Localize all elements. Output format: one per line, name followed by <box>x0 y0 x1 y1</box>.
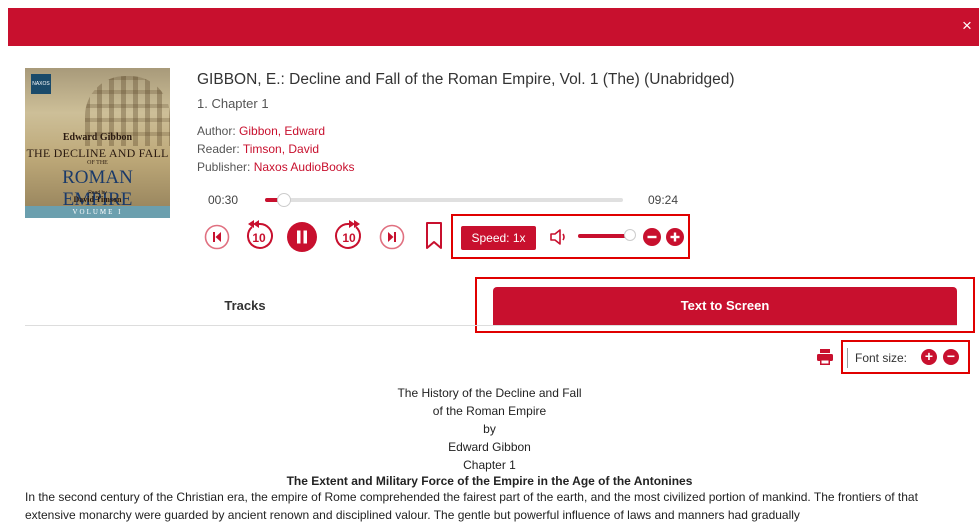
speed-button[interactable]: Speed: 1x <box>461 226 536 250</box>
rewind-icon: 10 <box>247 220 273 249</box>
skip-next-icon <box>379 224 405 250</box>
skip-previous-icon <box>204 224 230 250</box>
reader-row: Reader: Timson, David <box>197 142 319 156</box>
cover-author: Edward Gibbon <box>62 132 133 143</box>
svg-text:10: 10 <box>252 231 266 245</box>
text-paragraph: In the second century of the Christian e… <box>25 490 918 522</box>
previous-track-button[interactable] <box>204 224 230 250</box>
volume-knob[interactable] <box>624 229 637 241</box>
publisher-row: Publisher: Naxos AudioBooks <box>197 160 354 174</box>
volume-up-button[interactable] <box>666 228 684 246</box>
plus-circle-icon <box>666 228 684 246</box>
naxos-logo: NAXOS <box>31 74 51 94</box>
printer-icon <box>817 349 833 365</box>
close-button[interactable]: × <box>955 14 979 38</box>
tabs-divider <box>25 325 957 326</box>
tab-text-to-screen[interactable]: Text to Screen <box>493 287 957 325</box>
text-heading-line: of the Roman Empire <box>432 404 547 418</box>
volume-icon <box>550 229 565 245</box>
font-increase-button[interactable]: + <box>921 349 937 365</box>
fast-forward-icon: 10 <box>335 220 361 249</box>
bookmark-button[interactable] <box>424 221 444 251</box>
total-time: 09:24 <box>648 193 679 207</box>
svg-text:10: 10 <box>342 231 356 245</box>
progress-knob[interactable] <box>276 193 291 207</box>
progress-slider[interactable] <box>265 193 623 207</box>
cover-title-line2: OF THE <box>87 160 108 166</box>
book-title: GIBBON, E.: Decline and Fall of the Roma… <box>197 71 735 88</box>
reader-label: Reader: <box>197 142 240 156</box>
bookmark-icon <box>426 222 442 249</box>
font-decrease-button[interactable]: − <box>943 349 959 365</box>
font-separator <box>847 348 848 368</box>
minus-circle-icon <box>643 228 661 246</box>
chapter-title: 1. Chapter 1 <box>197 96 269 111</box>
author-row: Author: Gibbon, Edward <box>197 124 325 138</box>
print-button[interactable] <box>816 348 834 366</box>
forward-10-button[interactable]: 10 <box>332 219 366 253</box>
volume-fill <box>578 234 631 238</box>
publisher-link[interactable]: Naxos AudioBooks <box>254 160 355 174</box>
next-track-button[interactable] <box>379 224 405 250</box>
cover-title-line3: ROMAN EMPIRE <box>62 167 133 210</box>
album-cover: NAXOS Edward Gibbon THE DECLINE AND FALL… <box>25 68 170 218</box>
author-link[interactable]: Gibbon, Edward <box>239 124 325 138</box>
pause-icon <box>287 222 317 252</box>
cover-reader: David Timson <box>73 195 122 204</box>
tab-tracks[interactable]: Tracks <box>25 287 465 325</box>
reader-link[interactable]: Timson, David <box>243 142 319 156</box>
text-heading-line: by <box>483 422 496 436</box>
mute-button[interactable] <box>549 228 569 246</box>
cover-title-line1: THE DECLINE AND FALL <box>26 146 169 160</box>
publisher-label: Publisher: <box>197 160 251 174</box>
text-subheading: The Extent and Military Force of the Emp… <box>286 474 693 488</box>
current-time: 00:30 <box>208 193 239 207</box>
cover-volume: VOLUME I <box>25 206 170 218</box>
rewind-10-button[interactable]: 10 <box>242 219 276 253</box>
volume-slider[interactable] <box>578 229 637 241</box>
text-heading-line: Chapter 1 <box>463 458 516 472</box>
header-bar: × <box>8 8 979 46</box>
text-heading-line: Edward Gibbon <box>448 440 531 454</box>
pause-button[interactable] <box>287 222 317 252</box>
author-label: Author: <box>197 124 236 138</box>
text-heading-line: The History of the Decline and Fall <box>397 386 582 400</box>
volume-down-button[interactable] <box>643 228 661 246</box>
font-size-label: Font size: <box>855 351 908 365</box>
